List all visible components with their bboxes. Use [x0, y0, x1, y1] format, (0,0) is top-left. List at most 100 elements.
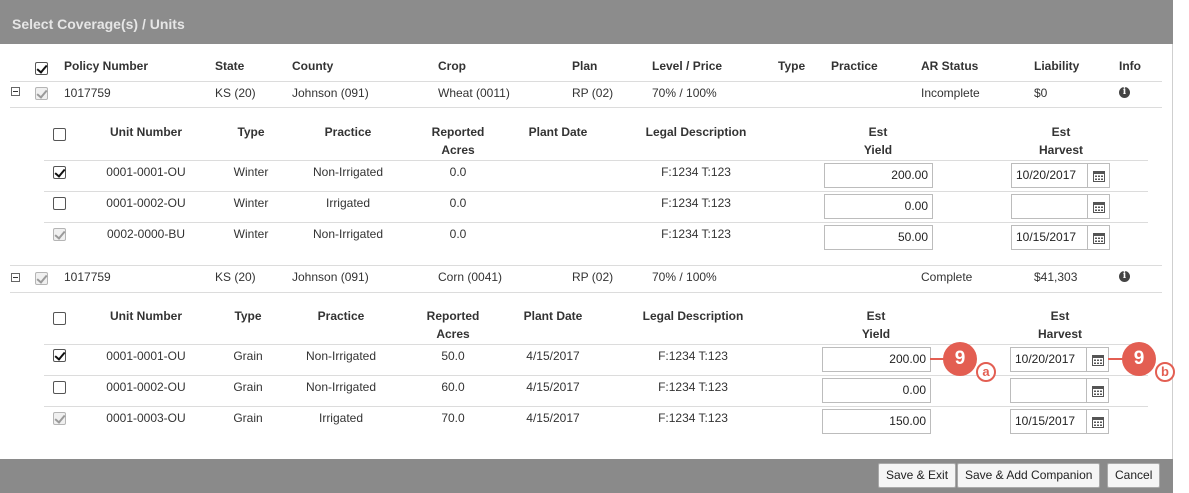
col-est-yield-2: Yield: [863, 143, 893, 157]
unit-number: 0002-0000-BU: [106, 227, 186, 241]
unit-checkbox[interactable]: [53, 166, 66, 179]
unit-practice: Non-Irrigated: [312, 227, 384, 241]
save-add-companion-button[interactable]: Save & Add Companion: [957, 463, 1101, 488]
col-unit-number: Unit Number: [110, 309, 182, 323]
est-harvest-input[interactable]: 10/15/2017: [1010, 409, 1087, 434]
unit-legal-description: F:1234 T:123: [661, 227, 731, 241]
info-icon[interactable]: i: [1119, 87, 1130, 98]
policy-state: KS (20): [215, 86, 256, 100]
select-coverage-dialog: Select Coverage(s) / Units Policy Number…: [0, 0, 1175, 493]
collapse-icon[interactable]: [11, 87, 20, 96]
col-legal-description: Legal Description: [645, 125, 747, 139]
col-info: Info: [1119, 59, 1141, 73]
calendar-icon[interactable]: [1086, 409, 1109, 434]
info-icon[interactable]: i: [1119, 271, 1130, 282]
select-all-checkbox[interactable]: [35, 62, 48, 75]
policy-liability: $0: [1034, 86, 1048, 100]
unit-type: Winter: [233, 196, 269, 210]
coverage-content: Policy Number State County Crop Plan Lev…: [0, 44, 1175, 459]
policy-checkbox[interactable]: [35, 87, 48, 100]
col-reported-acres-1: Reported: [426, 309, 480, 323]
unit-legal-description: F:1234 T:123: [661, 196, 731, 210]
est-yield-input[interactable]: 50.00: [824, 225, 933, 250]
unit-checkbox[interactable]: [53, 412, 66, 425]
callout-9a-number: 9: [943, 342, 977, 376]
col-est-yield-1: Est: [866, 309, 886, 323]
dialog-footer: Save & Exit Save & Add Companion Cancel: [0, 459, 1173, 493]
est-yield-input[interactable]: 200.00: [822, 347, 931, 372]
calendar-icon[interactable]: [1087, 163, 1110, 188]
unit-type: Grain: [233, 349, 263, 363]
unit-practice: Non-Irrigated: [305, 349, 377, 363]
policy-plan: RP (02): [572, 86, 614, 100]
col-state: State: [215, 59, 245, 73]
select-all-units-checkbox[interactable]: [53, 312, 66, 325]
callout-line: [930, 358, 944, 360]
est-harvest-input[interactable]: 10/15/2017: [1011, 225, 1088, 250]
policy-crop: Corn (0041): [438, 270, 503, 284]
unit-practice: Irrigated: [318, 411, 364, 425]
policy-state: KS (20): [215, 270, 256, 284]
callout-9b-letter: b: [1155, 362, 1175, 382]
policy-ar-status: Complete: [921, 270, 973, 284]
col-policy-number: Policy Number: [64, 59, 149, 73]
col-crop: Crop: [438, 59, 466, 73]
unit-checkbox[interactable]: [53, 349, 66, 362]
col-est-harvest-1: Est: [1050, 309, 1070, 323]
est-yield-input[interactable]: 0.00: [822, 378, 931, 403]
est-harvest-input[interactable]: 10/20/2017: [1010, 347, 1087, 372]
unit-plant-date: 4/15/2017: [526, 380, 580, 394]
unit-reported-acres: 70.0: [441, 411, 465, 425]
unit-plant-date: 4/15/2017: [526, 411, 580, 425]
unit-checkbox[interactable]: [53, 197, 66, 210]
est-yield-input[interactable]: 0.00: [824, 194, 933, 219]
unit-plant-date: 4/15/2017: [526, 349, 580, 363]
policy-level-price: 70% / 100%: [652, 86, 717, 100]
est-harvest-input[interactable]: [1011, 194, 1088, 219]
unit-number: 0001-0001-OU: [106, 349, 186, 363]
select-all-units-checkbox[interactable]: [53, 128, 66, 141]
policy-checkbox[interactable]: [35, 272, 48, 285]
unit-legal-description: F:1234 T:123: [658, 380, 728, 394]
calendar-icon[interactable]: [1087, 225, 1110, 250]
policy-number: 1017759: [64, 86, 111, 100]
col-practice: Practice: [831, 59, 878, 73]
unit-checkbox[interactable]: [53, 381, 66, 394]
policy-county: Johnson (091): [292, 270, 369, 284]
cancel-button[interactable]: Cancel: [1107, 463, 1161, 488]
col-plan: Plan: [572, 59, 598, 73]
unit-legal-description: F:1234 T:123: [658, 411, 728, 425]
col-unit-practice: Practice: [324, 125, 372, 139]
save-exit-button[interactable]: Save & Exit: [878, 463, 957, 488]
unit-reported-acres: 0.0: [449, 165, 467, 179]
unit-reported-acres: 60.0: [441, 380, 465, 394]
policy-ar-status: Incomplete: [921, 86, 980, 100]
policy-number: 1017759: [64, 270, 111, 284]
unit-checkbox[interactable]: [53, 228, 66, 241]
est-harvest-input[interactable]: 10/20/2017: [1011, 163, 1088, 188]
col-level-price: Level / Price: [652, 59, 723, 73]
calendar-icon[interactable]: [1086, 378, 1109, 403]
col-ar-status: AR Status: [921, 59, 979, 73]
unit-type: Winter: [233, 227, 269, 241]
est-harvest-input[interactable]: [1010, 378, 1087, 403]
col-est-harvest-1: Est: [1051, 125, 1071, 139]
col-plant-date: Plant Date: [528, 125, 588, 139]
col-unit-practice: Practice: [317, 309, 365, 323]
est-yield-input[interactable]: 200.00: [824, 163, 933, 188]
est-yield-input[interactable]: 150.00: [822, 409, 931, 434]
collapse-icon[interactable]: [11, 273, 20, 282]
unit-reported-acres: 0.0: [449, 196, 467, 210]
calendar-icon[interactable]: [1086, 347, 1109, 372]
unit-legal-description: F:1234 T:123: [658, 349, 728, 363]
unit-type: Winter: [233, 165, 269, 179]
calendar-icon[interactable]: [1087, 194, 1110, 219]
col-reported-acres-2: Acres: [436, 327, 470, 341]
col-reported-acres-2: Acres: [441, 143, 475, 157]
col-unit-type: Type: [234, 309, 262, 323]
col-est-yield-1: Est: [868, 125, 888, 139]
unit-number: 0001-0002-OU: [106, 196, 186, 210]
unit-number: 0001-0003-OU: [106, 411, 186, 425]
col-est-harvest-2: Harvest: [1038, 143, 1084, 157]
unit-legal-description: F:1234 T:123: [661, 165, 731, 179]
